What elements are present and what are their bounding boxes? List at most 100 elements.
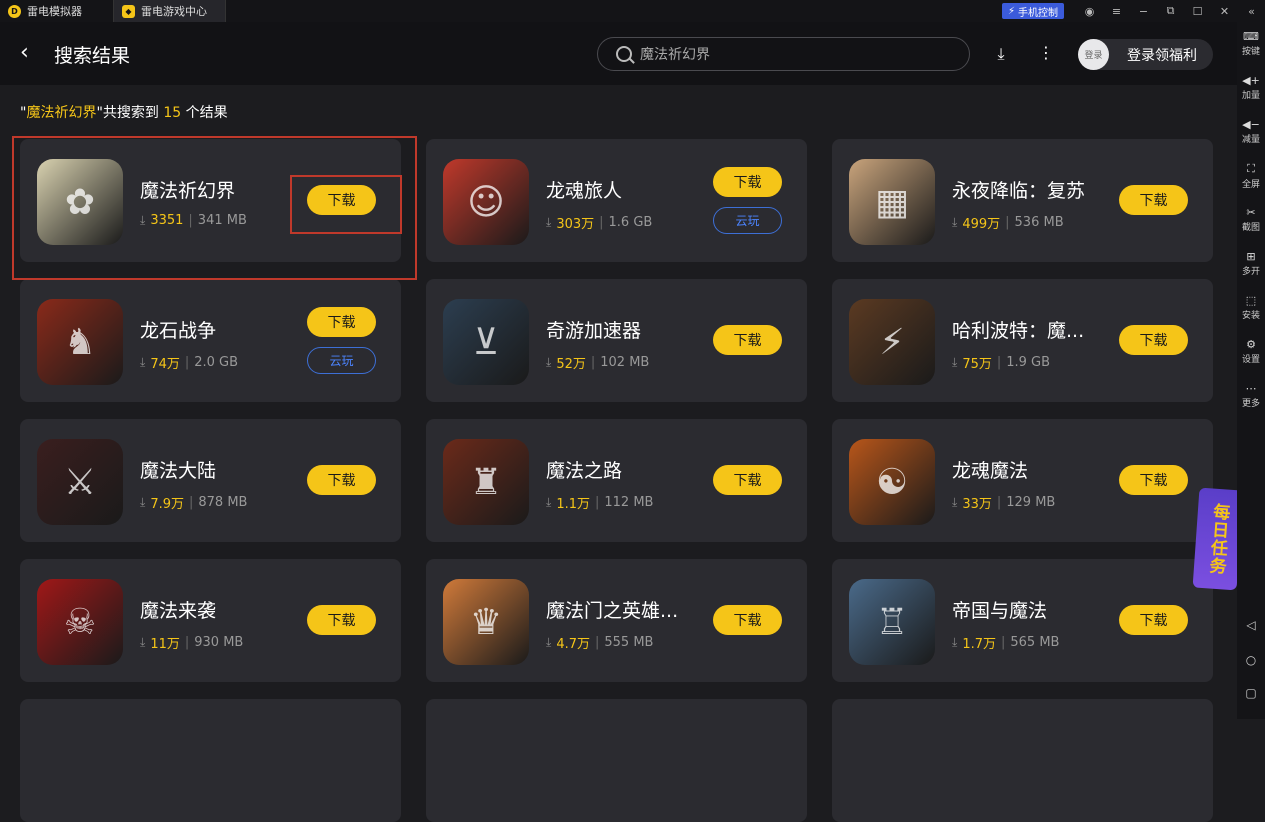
app-meta: ⤓ 1.1万 | 112 MB <box>546 493 653 512</box>
fullscreen-icon: ⛶ <box>1247 162 1255 175</box>
app-size: 930 MB <box>194 635 244 650</box>
search-input[interactable]: 魔法祈幻界 <box>597 37 970 71</box>
close-icon[interactable]: ✕ <box>1211 0 1238 22</box>
download-button[interactable]: 下载 <box>1119 325 1188 355</box>
tab-ldplayer[interactable]: D 雷电模拟器 <box>0 0 113 22</box>
keyboard-icon: ⌨ <box>1243 30 1259 43</box>
download-button[interactable]: 下载 <box>1119 465 1188 495</box>
download-button[interactable]: 下载 <box>307 465 376 495</box>
login-button[interactable]: 登录 登录领福利 <box>1078 39 1213 70</box>
app-icon[interactable]: ☺ <box>443 159 529 245</box>
sidebar-item-7[interactable]: ⚙ 设置 <box>1237 338 1265 365</box>
app-card-partial[interactable] <box>20 699 401 822</box>
download-button[interactable]: 下载 <box>713 465 782 495</box>
app-icon[interactable]: ♞ <box>37 299 123 385</box>
app-card[interactable]: ☯ 龙魂魔法 ⤓ 33万 | 129 MB 下载 <box>832 419 1213 542</box>
app-size: 1.6 GB <box>608 215 653 230</box>
meta-divider: | <box>996 495 1002 510</box>
download-button[interactable]: 下载 <box>713 325 782 355</box>
app-card[interactable]: ⊻ 奇游加速器 ⤓ 52万 | 102 MB 下载 <box>426 279 807 402</box>
sidebar-item-8[interactable]: ⋯ 更多 <box>1237 382 1265 409</box>
app-name[interactable]: 魔法来袭 <box>140 596 216 623</box>
app-meta: ⤓ 1.7万 | 565 MB <box>952 633 1059 652</box>
app-card-partial[interactable] <box>832 699 1213 822</box>
download-manager-icon[interactable]: ⤓ <box>990 44 1012 66</box>
app-name[interactable]: 魔法门之英雄... <box>546 596 678 623</box>
phone-control-label: 手机控制 <box>1018 7 1058 19</box>
collapse-sidebar-icon[interactable]: « <box>1238 0 1265 22</box>
back-button[interactable]: ‹ <box>20 40 40 66</box>
app-icon[interactable]: ♖ <box>849 579 935 665</box>
download-count-icon: ⤓ <box>952 215 958 229</box>
sidebar-item-4[interactable]: ✂ 截图 <box>1237 206 1265 233</box>
app-size: 2.0 GB <box>194 355 239 370</box>
download-button[interactable]: 下载 <box>713 167 782 197</box>
app-name[interactable]: 龙石战争 <box>140 316 216 343</box>
meta-divider: | <box>996 355 1002 370</box>
sidebar-item-5[interactable]: ⊞ 多开 <box>1237 250 1265 277</box>
app-card[interactable]: ♖ 帝国与魔法 ⤓ 1.7万 | 565 MB 下载 <box>832 559 1213 682</box>
app-icon[interactable]: ☯ <box>849 439 935 525</box>
more-options-icon[interactable]: ⋮ <box>1038 42 1054 64</box>
menu-icon[interactable]: ≡ <box>1103 0 1130 22</box>
cloud-play-button[interactable]: 云玩 <box>307 347 376 374</box>
app-name[interactable]: 龙魂魔法 <box>952 456 1028 483</box>
meta-divider: | <box>1001 635 1006 650</box>
app-card[interactable]: ⚡ 哈利波特：魔... ⤓ 75万 | 1.9 GB 下载 <box>832 279 1213 402</box>
app-card[interactable]: ♜ 魔法之路 ⤓ 1.1万 | 112 MB 下载 <box>426 419 807 542</box>
login-label: 登录领福利 <box>1127 47 1197 64</box>
tab-game-center[interactable]: ◆ 雷电游戏中心 <box>113 0 226 22</box>
app-card-partial[interactable] <box>426 699 807 822</box>
avatar: 登录 <box>1078 39 1109 70</box>
app-card[interactable]: ☠ 魔法来袭 ⤓ 11万 | 930 MB 下载 <box>20 559 401 682</box>
app-card[interactable]: ♛ 魔法门之英雄... ⤓ 4.7万 | 555 MB 下载 <box>426 559 807 682</box>
sidebar-item-2[interactable]: ◀− 减量 <box>1237 118 1265 145</box>
recents-nav-icon[interactable]: ▢ <box>1237 686 1265 700</box>
app-name[interactable]: 魔法大陆 <box>140 456 216 483</box>
daily-task-badge[interactable]: 每日任务 <box>1192 487 1244 591</box>
download-button[interactable]: 下载 <box>713 605 782 635</box>
app-icon[interactable]: ⊻ <box>443 299 529 385</box>
app-size: 878 MB <box>198 495 248 510</box>
download-button[interactable]: 下载 <box>307 605 376 635</box>
download-button[interactable]: 下载 <box>307 307 376 337</box>
multi-instance-icon: ⊞ <box>1246 250 1256 263</box>
app-icon[interactable]: ⚔ <box>37 439 123 525</box>
sidebar-item-6[interactable]: ⬚ 安装 <box>1237 294 1265 321</box>
app-name[interactable]: 龙魂旅人 <box>546 176 622 203</box>
phone-control-button[interactable]: ⚡ 手机控制 <box>1001 3 1064 19</box>
maximize-icon[interactable]: ☐ <box>1184 0 1211 22</box>
sidebar-item-0[interactable]: ⌨ 按键 <box>1237 30 1265 57</box>
back-nav-icon[interactable]: ◁ <box>1237 618 1265 632</box>
app-card[interactable]: ▦ 永夜降临：复苏 ⤓ 499万 | 536 MB 下载 <box>832 139 1213 262</box>
app-icon[interactable]: ♜ <box>443 439 529 525</box>
scissors-icon: ✂ <box>1246 206 1256 219</box>
app-name[interactable]: 魔法之路 <box>546 456 622 483</box>
account-icon[interactable]: ◉ <box>1076 0 1103 22</box>
app-name[interactable]: 帝国与魔法 <box>952 596 1047 623</box>
app-icon[interactable]: ▦ <box>849 159 935 245</box>
sidebar-item-label: 多开 <box>1241 267 1260 277</box>
app-name[interactable]: 哈利波特：魔... <box>952 316 1084 343</box>
download-count: 1.7万 <box>962 637 996 652</box>
sidebar-item-1[interactable]: ◀+ 加量 <box>1237 74 1265 101</box>
app-meta: ⤓ 303万 | 1.6 GB <box>546 213 652 232</box>
download-button[interactable]: 下载 <box>1119 185 1188 215</box>
app-icon[interactable]: ☠ <box>37 579 123 665</box>
app-card[interactable]: ⚔ 魔法大陆 ⤓ 7.9万 | 878 MB 下载 <box>20 419 401 542</box>
app-icon[interactable]: ⚡ <box>849 299 935 385</box>
minimize-icon[interactable]: − <box>1130 0 1157 22</box>
cloud-play-button[interactable]: 云玩 <box>713 207 782 234</box>
gear-icon: ⚙ <box>1246 338 1256 351</box>
sidebar-item-3[interactable]: ⛶ 全屏 <box>1237 162 1265 190</box>
restore-icon[interactable]: ⧉ <box>1157 0 1184 22</box>
app-icon[interactable]: ♛ <box>443 579 529 665</box>
app-card[interactable]: ♞ 龙石战争 ⤓ 74万 | 2.0 GB 下载 云玩 <box>20 279 401 402</box>
home-nav-icon[interactable]: ○ <box>1237 653 1265 667</box>
app-name[interactable]: 永夜降临：复苏 <box>952 176 1085 203</box>
download-count: 499万 <box>962 217 1001 232</box>
download-button[interactable]: 下载 <box>1119 605 1188 635</box>
gamepad-icon: ◆ <box>122 4 135 18</box>
app-card[interactable]: ☺ 龙魂旅人 ⤓ 303万 | 1.6 GB 下载云玩 <box>426 139 807 262</box>
app-name[interactable]: 奇游加速器 <box>546 316 641 343</box>
